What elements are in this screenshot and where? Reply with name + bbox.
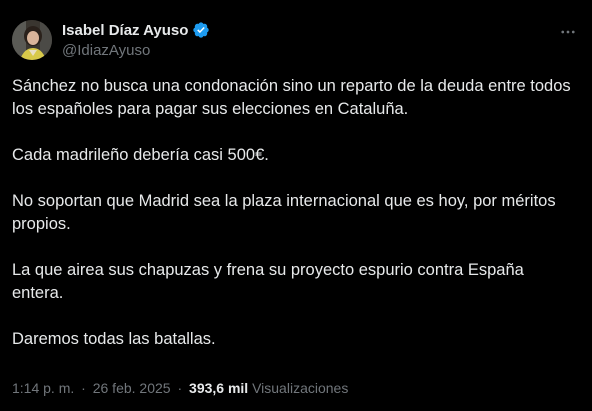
author-display-name[interactable]: Isabel Díaz Ayuso	[62, 22, 188, 39]
tweet-paragraph: Sánchez no busca una condonación sino un…	[12, 77, 571, 118]
tweet-paragraph: La que airea sus chapuzas y frena su pro…	[12, 261, 524, 302]
tweet-header: Isabel Díaz Ayuso @IdiazAyuso	[12, 18, 580, 62]
avatar-image	[12, 20, 52, 60]
avatar[interactable]	[12, 20, 52, 60]
views-count: 393,6 mil	[189, 380, 249, 396]
author-handle[interactable]: @IdiazAyuso	[62, 42, 210, 59]
tweet-text: Sánchez no busca una condonación sino un…	[12, 75, 572, 374]
tweet-meta: 1:14 p. m. · 26 feb. 2025 · 393,6 mil Vi…	[12, 380, 348, 396]
tweet-paragraph: Cada madrileño debería casi 500€.	[12, 146, 269, 164]
more-options-icon[interactable]	[558, 22, 578, 42]
meta-separator: ·	[177, 380, 183, 396]
tweet-time[interactable]: 1:14 p. m.	[12, 380, 74, 396]
name-row: Isabel Díaz Ayuso	[62, 20, 210, 40]
tweet-paragraph: No soportan que Madrid sea la plaza inte…	[12, 192, 556, 233]
author-info: Isabel Díaz Ayuso @IdiazAyuso	[62, 20, 210, 59]
verified-badge-icon[interactable]	[192, 21, 210, 39]
tweet-card: Isabel Díaz Ayuso @IdiazAyuso Sánchez no…	[0, 0, 592, 411]
views-label: Visualizaciones	[252, 380, 349, 396]
tweet-date[interactable]: 26 feb. 2025	[93, 380, 171, 396]
tweet-paragraph: Daremos todas las batallas.	[12, 330, 216, 348]
meta-separator: ·	[81, 380, 86, 396]
